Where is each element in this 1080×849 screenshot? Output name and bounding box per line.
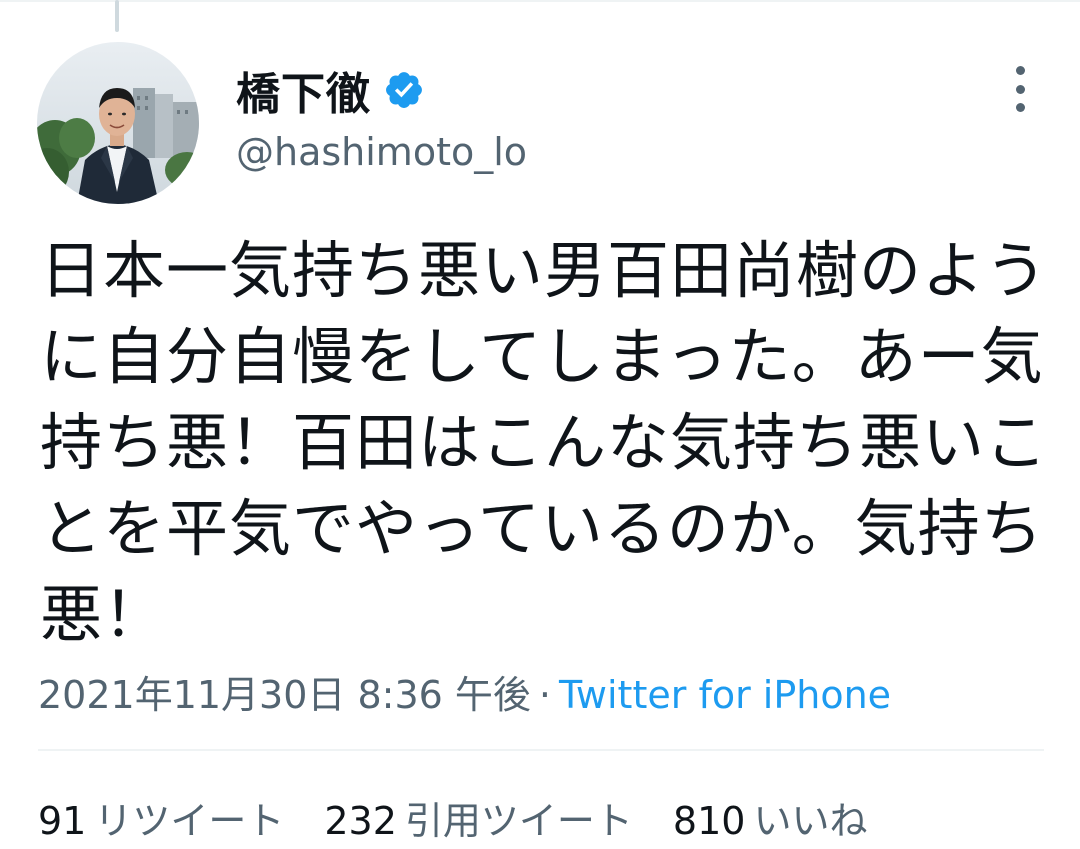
tweet-text: 日本一気持ち悪い男百田尚樹のように自分自慢をしてしまった。あー気持ち悪！百田はこ… (40, 234, 1049, 651)
tweet-detail-page: 橋下徹 @hashimoto_lo 日本一気持ち悪い男百田尚樹のように自分自慢を… (0, 0, 1080, 849)
more-dot (1015, 84, 1025, 94)
retweets-stat[interactable]: 91 リツイート (38, 790, 284, 845)
display-name[interactable]: 橋下徹 (236, 58, 371, 122)
avatar[interactable] (37, 42, 199, 204)
divider (38, 749, 1044, 751)
tweet-timestamp[interactable]: 2021年11月30日 8:36 午後 (38, 673, 531, 717)
more-options-icon[interactable] (1004, 66, 1036, 112)
likes-stat[interactable]: 810 いいね (673, 790, 868, 845)
quote-tweets-count: 232 (324, 799, 397, 843)
avatar-image (37, 42, 199, 204)
more-dot (1015, 66, 1025, 75)
thread-connector-line (115, 0, 119, 32)
tweet-meta: 2021年11月30日 8:36 午後 · Twitter for iPhone (38, 664, 891, 719)
user-handle[interactable]: @hashimoto_lo (236, 130, 527, 174)
retweets-count: 91 (38, 799, 87, 843)
more-dot (1015, 103, 1025, 112)
quote-tweets-stat[interactable]: 232 引用ツイート (324, 790, 633, 845)
likes-label: いいね (753, 799, 868, 843)
quote-tweets-label: 引用ツイート (404, 799, 633, 843)
likes-count: 810 (672, 799, 746, 843)
top-border (0, 0, 1080, 2)
meta-separator: · (538, 673, 551, 717)
verified-badge-icon (386, 72, 422, 108)
tweet-stats: 91 リツイート 232 引用ツイート 810 いいね (38, 790, 867, 845)
tweet-source-link[interactable]: Twitter for iPhone (559, 673, 891, 717)
user-name-row: 橋下徹 (236, 60, 425, 120)
retweets-label: リツイート (94, 799, 285, 843)
